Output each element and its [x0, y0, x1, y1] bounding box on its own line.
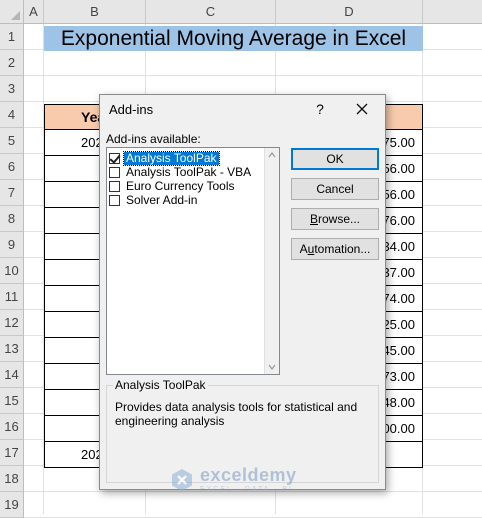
automation-hotkey: u: [307, 242, 315, 256]
addin-label: Solver Add-in: [126, 192, 198, 207]
close-icon: [356, 103, 368, 115]
description-text: Provides data analysis tools for statist…: [115, 400, 358, 428]
addin-label: Analysis ToolPak: [123, 150, 220, 166]
automation-label-start: A: [299, 242, 308, 256]
scroll-up-button[interactable]: [265, 148, 279, 162]
cancel-button[interactable]: Cancel: [291, 178, 379, 200]
addin-analysis-toolpak-vba[interactable]: Analysis ToolPak - VBA: [109, 165, 253, 179]
addin-checkbox[interactable]: [109, 152, 120, 164]
dialog-title: Add-ins: [109, 102, 154, 117]
listbox-scrollbar[interactable]: [264, 148, 279, 374]
sheet-title-cell[interactable]: Exponential Moving Average in Excel: [44, 26, 423, 51]
row-header-12[interactable]: 12: [0, 310, 24, 336]
row-header-10[interactable]: 10: [0, 258, 24, 284]
browse-button[interactable]: Browse...: [291, 208, 379, 230]
help-button[interactable]: ?: [310, 98, 330, 120]
row-header-13[interactable]: 13: [0, 336, 24, 362]
row-header-7[interactable]: 7: [0, 180, 24, 206]
row-header-3[interactable]: 3: [0, 76, 24, 102]
column-header-c[interactable]: C: [146, 0, 276, 24]
chevron-up-icon: [268, 152, 276, 158]
automation-button[interactable]: Au tomation...: [291, 238, 379, 260]
row-header-5[interactable]: 5: [0, 128, 24, 154]
addin-euro-currency-tools[interactable]: Euro Currency Tools: [109, 179, 237, 193]
browse-hotkey: B: [309, 212, 318, 226]
ok-button[interactable]: OK: [291, 148, 379, 170]
row-header-16[interactable]: 16: [0, 414, 24, 440]
automation-label: tomation...: [314, 242, 371, 256]
add-ins-dialog: Add-ins ? Add-ins available: Analysis To…: [99, 94, 386, 490]
addin-checkbox[interactable]: [109, 194, 120, 206]
row-header-4[interactable]: 4: [0, 102, 24, 128]
row-header-11[interactable]: 11: [0, 284, 24, 310]
watermark-tagline: EXCEL · DATA · BI: [200, 486, 293, 493]
row-header-18[interactable]: 18: [0, 466, 24, 492]
column-header-a[interactable]: A: [24, 0, 44, 24]
row-header-2[interactable]: 2: [0, 50, 24, 76]
description-title: Analysis ToolPak: [113, 378, 208, 392]
row-header-9[interactable]: 9: [0, 232, 24, 258]
row-header-14[interactable]: 14: [0, 362, 24, 388]
exceldemy-logo-icon: [172, 468, 192, 491]
close-button[interactable]: [350, 98, 374, 120]
row-header-6[interactable]: 6: [0, 154, 24, 180]
addin-solver[interactable]: Solver Add-in: [109, 193, 199, 207]
addin-label: Analysis ToolPak - VBA: [126, 164, 252, 179]
addin-checkbox[interactable]: [109, 166, 120, 178]
row-header-1[interactable]: 1: [0, 24, 24, 50]
add-ins-listbox[interactable]: Analysis ToolPak Analysis ToolPak - VBA …: [106, 147, 280, 375]
column-header-b[interactable]: B: [44, 0, 146, 24]
scroll-down-button[interactable]: [265, 360, 279, 374]
addin-checkbox[interactable]: [109, 180, 120, 192]
row-header-19[interactable]: 19: [0, 492, 24, 518]
row-header-8[interactable]: 8: [0, 206, 24, 232]
exceldemy-watermark: exceldemy EXCEL · DATA · BI: [170, 466, 297, 493]
column-header-e[interactable]: [423, 0, 482, 24]
addin-analysis-toolpak[interactable]: Analysis ToolPak: [109, 150, 220, 166]
chevron-down-icon: [268, 364, 276, 370]
select-all-corner[interactable]: [0, 0, 24, 24]
watermark-name: exceldemy: [200, 465, 297, 485]
add-ins-available-label: Add-ins available:: [106, 132, 201, 146]
row-header-15[interactable]: 15: [0, 388, 24, 414]
addin-label: Euro Currency Tools: [126, 178, 235, 193]
row-header-17[interactable]: 17: [0, 440, 24, 466]
browse-label: rowse...: [318, 212, 361, 226]
column-header-d[interactable]: D: [276, 0, 423, 24]
